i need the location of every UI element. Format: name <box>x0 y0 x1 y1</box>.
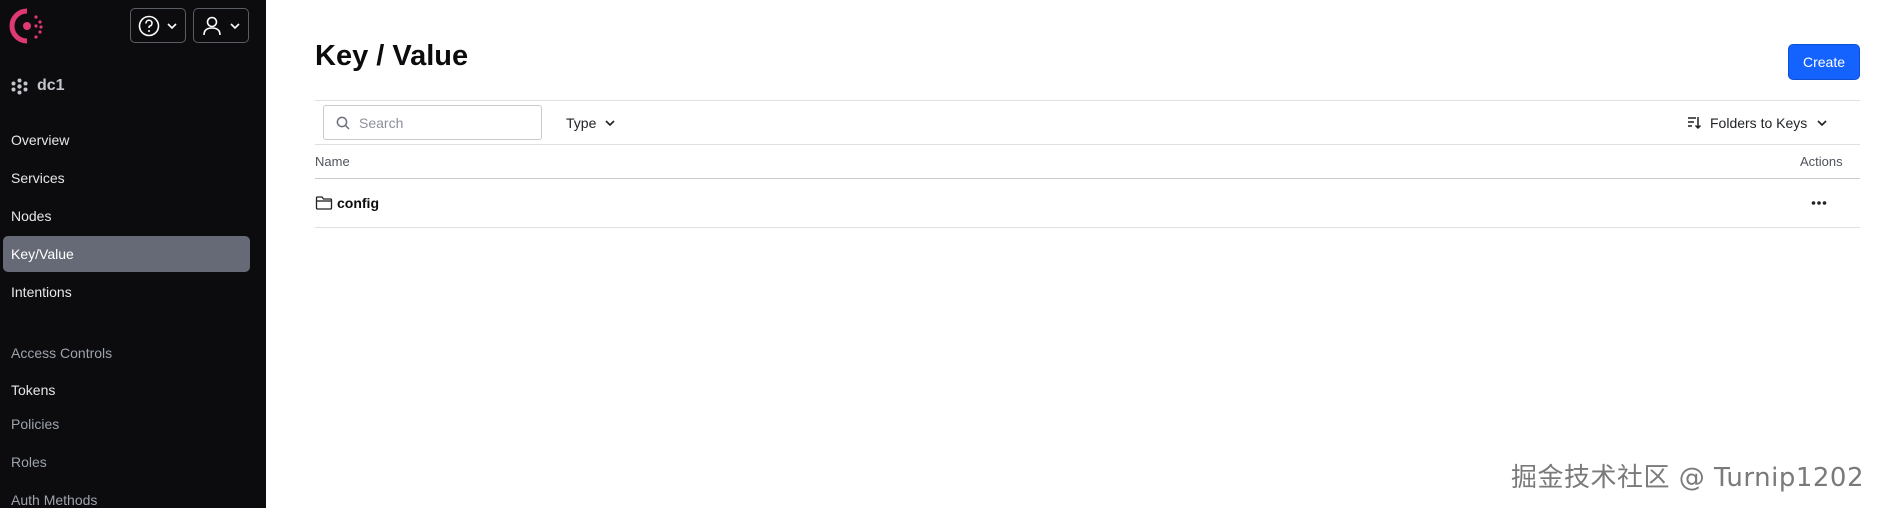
chevron-down-icon <box>605 120 615 127</box>
datacenter-selector[interactable]: dc1 <box>11 74 65 98</box>
sidebar: dc1 Overview Services Nodes Key/Value In… <box>0 0 266 508</box>
app-window: dc1 Overview Services Nodes Key/Value In… <box>0 0 1880 508</box>
help-menu-button[interactable] <box>130 8 186 43</box>
type-filter-dropdown[interactable]: Type <box>566 111 616 135</box>
table-row[interactable]: config <box>315 179 1860 227</box>
nav-roles[interactable]: Roles <box>3 444 250 480</box>
nav-tokens[interactable]: Tokens <box>3 372 250 408</box>
row-name-cell[interactable]: config <box>315 192 379 214</box>
row-actions-menu[interactable] <box>1808 192 1830 214</box>
nav-overview[interactable]: Overview <box>3 122 250 158</box>
consul-logo[interactable] <box>8 7 48 45</box>
watermark: 掘金技术社区 @ Turnip1202 <box>1510 463 1864 493</box>
type-filter-label: Type <box>566 115 597 131</box>
divider <box>315 144 1860 145</box>
nav-label: Roles <box>11 454 47 470</box>
search-icon <box>336 116 350 130</box>
column-header-name: Name <box>315 154 350 169</box>
datacenter-name: dc1 <box>37 77 65 94</box>
divider <box>315 227 1860 228</box>
question-circle-icon <box>138 15 160 36</box>
chevron-down-icon <box>167 22 177 29</box>
create-button[interactable]: Create <box>1788 44 1860 80</box>
nav-label: Intentions <box>11 284 72 300</box>
row-name: config <box>337 195 379 211</box>
chevron-down-icon <box>1817 120 1827 127</box>
sort-dropdown[interactable]: Folders to Keys <box>1687 111 1828 135</box>
search-placeholder: Search <box>359 114 404 131</box>
chevron-down-icon <box>230 22 240 29</box>
more-horizontal-icon <box>1811 201 1827 205</box>
nav-auth-methods[interactable]: Auth Methods <box>3 482 250 508</box>
nav-label: Key/Value <box>11 246 74 262</box>
datacenter-icon <box>11 78 28 94</box>
nav-label: Policies <box>11 416 60 432</box>
nav-label: Services <box>11 170 65 186</box>
nav-policies[interactable]: Policies <box>3 406 250 442</box>
nav-intentions[interactable]: Intentions <box>3 274 250 310</box>
access-controls-heading: Access Controls <box>11 345 113 361</box>
nav-label: Nodes <box>11 208 52 224</box>
sort-icon <box>1688 117 1701 130</box>
nav-key-value[interactable]: Key/Value <box>3 236 250 272</box>
user-icon <box>203 16 221 35</box>
nav-label: Tokens <box>11 382 56 398</box>
search-input[interactable]: Search <box>323 105 542 140</box>
nav-label: Overview <box>11 132 70 148</box>
nav-nodes[interactable]: Nodes <box>3 198 250 234</box>
main-content: Key / Value Create Search Type Folders t… <box>266 0 1880 508</box>
user-menu-button[interactable] <box>193 8 249 43</box>
page-title: Key / Value <box>315 40 469 72</box>
nav-services[interactable]: Services <box>3 160 250 196</box>
column-header-actions: Actions <box>1800 154 1843 169</box>
nav-label: Auth Methods <box>11 492 98 508</box>
folder-icon <box>315 196 333 210</box>
sort-label: Folders to Keys <box>1710 115 1808 131</box>
divider <box>315 100 1860 101</box>
